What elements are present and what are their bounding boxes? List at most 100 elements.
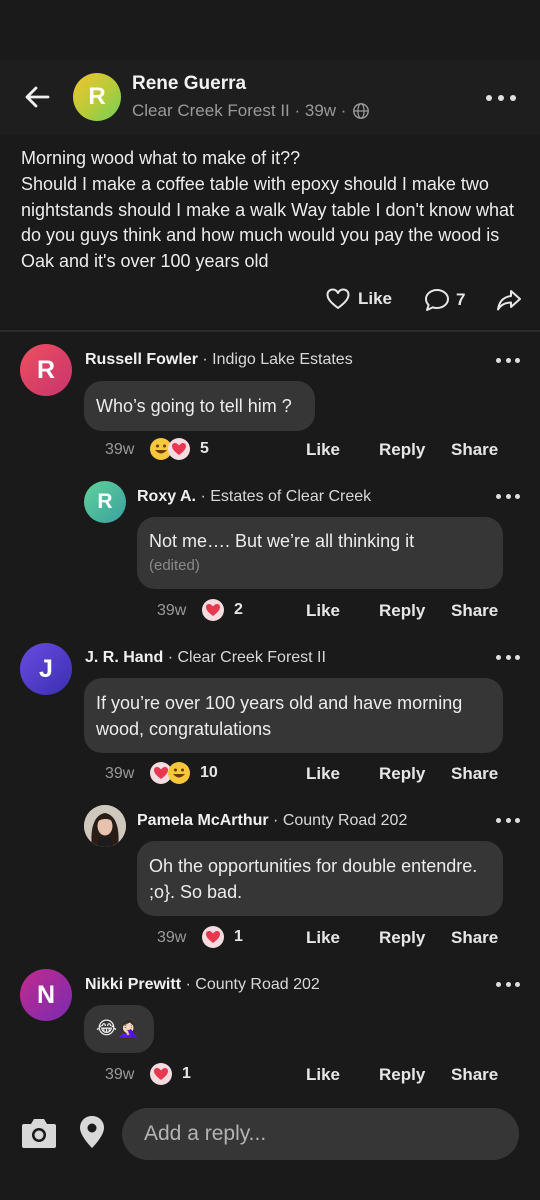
comment-meta: 39w 5 Like Reply Share [0,438,540,462]
post-like-label: Like [358,289,393,308]
comment-time: 39w [105,441,135,458]
commenter-name[interactable]: Pamela McArthur [137,812,269,829]
reaction-count: 2 [234,601,243,618]
comment-bubble[interactable]: Who’s going to tell him ? [84,381,315,431]
comment-like-button[interactable]: Like [306,440,340,460]
comment-share-button[interactable]: Share [451,764,498,784]
reaction-count: 10 [200,764,218,781]
comment-reply-button[interactable]: Reply [379,1065,425,1085]
comment-header: Roxy A. · Estates of Clear Creek [137,488,371,506]
post-body: Morning wood what to make of it?? Should… [21,146,521,275]
reaction-count: 1 [182,1065,191,1082]
commenter-name[interactable]: J. R. Hand [85,649,163,666]
comment-text: If you’re over 100 years old and have mo… [96,693,463,739]
back-arrow-icon[interactable] [22,82,52,112]
comment-time: 39w [157,602,187,619]
post-more-options-icon[interactable] [486,88,516,108]
avatar[interactable]: R [84,481,126,523]
comment-like-button[interactable]: Like [306,764,340,784]
reaction-count: 5 [200,440,209,457]
comment-time: 39w [105,765,135,782]
post-comment-count: 7 [456,290,466,309]
comment-text: 😂🤦🏻‍♀️ [96,1018,140,1038]
comment-text: Oh the opportunities for double entendre… [149,856,478,902]
comment-text: Not me…. But we’re all thinking it [149,531,415,551]
reaction-summary[interactable]: 10 [150,762,218,784]
post-share-button[interactable] [496,288,522,317]
comment-time: 39w [105,1066,135,1083]
post-divider [0,330,540,332]
comment-more-options-icon[interactable] [496,976,520,992]
comment-text: Who’s going to tell him ? [96,396,292,416]
comment-share-button[interactable]: Share [451,1065,498,1085]
heart-react-icon [202,926,224,948]
comment-bubble[interactable]: Not me…. But we’re all thinking it (edit… [137,517,503,589]
post-comment-button[interactable]: 7 [424,288,465,312]
commenter-location: · Indigo Lake Estates [202,351,353,368]
profile-photo [84,805,126,847]
heart-react-icon [150,1063,172,1085]
reaction-summary[interactable]: 1 [202,926,243,948]
commenter-name[interactable]: Roxy A. [137,488,196,505]
reaction-summary[interactable]: 5 [150,438,209,460]
commenter-location: · County Road 202 [273,812,408,829]
author-name[interactable]: Rene Guerra [132,73,246,95]
post-header: R Rene Guerra Clear Creek Forest II · 39… [0,60,540,135]
comment-meta: 39w 2 Like Reply Share [0,599,540,623]
comment-reply-button[interactable]: Reply [379,601,425,621]
heart-react-icon [168,438,190,460]
comment-reply-button[interactable]: Reply [379,928,425,948]
comment-share-button[interactable]: Share [451,601,498,621]
edited-label: (edited) [149,557,200,574]
post-meta-text: Clear Creek Forest II · 39w · [132,101,347,120]
post-like-button[interactable]: Like [326,288,392,310]
comment-header: J. R. Hand · Clear Creek Forest II [85,649,326,667]
comment-reply-button[interactable]: Reply [379,440,425,460]
commenter-location: · Estates of Clear Creek [200,488,372,505]
author-avatar[interactable]: R [73,73,121,121]
reaction-summary[interactable]: 1 [150,1063,191,1085]
post-meta: Clear Creek Forest II · 39w · [132,101,370,121]
comment-share-button[interactable]: Share [451,928,498,948]
reply-bar [0,1100,540,1170]
comment-more-options-icon[interactable] [496,812,520,828]
comment-like-button[interactable]: Like [306,928,340,948]
avatar[interactable]: R [20,344,72,396]
comment-meta: 39w 10 Like Reply Share [0,762,540,786]
comment-time: 39w [157,929,187,946]
post-title-line: Morning wood what to make of it?? [21,148,301,168]
comment-bubble[interactable]: If you’re over 100 years old and have mo… [84,678,503,753]
comment-bubble-icon [425,289,449,311]
avatar[interactable]: N [20,969,72,1021]
reaction-summary[interactable]: 2 [202,599,243,621]
comment-bubble[interactable]: Oh the opportunities for double entendre… [137,841,503,916]
comment-more-options-icon[interactable] [496,488,520,504]
comment-like-button[interactable]: Like [306,1065,340,1085]
commenter-name[interactable]: Russell Fowler [85,351,198,368]
comment-bubble[interactable]: 😂🤦🏻‍♀️ [84,1005,154,1053]
post-actions: Like 7 [0,286,540,318]
avatar[interactable]: J [20,643,72,695]
globe-icon [353,103,370,119]
comment-share-button[interactable]: Share [451,440,498,460]
comment-header: Pamela McArthur · County Road 202 [137,812,407,830]
reaction-count: 1 [234,928,243,945]
laugh-react-icon [168,762,190,784]
commenter-location: · Clear Creek Forest II [167,649,326,666]
comment-header: Russell Fowler · Indigo Lake Estates [85,351,353,369]
comment-more-options-icon[interactable] [496,352,520,368]
comment-like-button[interactable]: Like [306,601,340,621]
heart-react-icon [202,599,224,621]
camera-icon[interactable] [20,1116,58,1150]
location-pin-icon[interactable] [78,1114,106,1150]
commenter-name[interactable]: Nikki Prewitt [85,976,181,993]
share-arrow-icon [497,290,521,311]
comment-more-options-icon[interactable] [496,649,520,665]
commenter-location: · County Road 202 [185,976,320,993]
comment-header: Nikki Prewitt · County Road 202 [85,976,320,994]
reply-input[interactable] [122,1108,519,1160]
comment-meta: 39w 1 Like Reply Share [0,1063,540,1087]
avatar[interactable] [84,805,126,847]
comment-reply-button[interactable]: Reply [379,764,425,784]
post-text-line: Should I make a coffee table with epoxy … [21,173,515,272]
